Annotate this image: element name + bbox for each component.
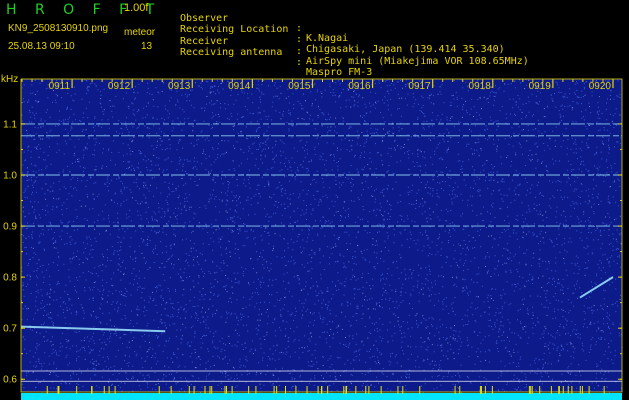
y-tick-label: 0.9 <box>3 222 17 233</box>
spectrogram-background <box>21 79 622 392</box>
x-tick-label: 0918 <box>469 81 492 92</box>
x-tick-label: 0916 <box>348 81 371 92</box>
y-tick-label: 0.7 <box>3 324 17 335</box>
y-tick-label: 0.8 <box>3 273 17 284</box>
x-tick-label: 0912 <box>108 81 131 92</box>
x-tick-label: 0913 <box>168 81 191 92</box>
spectrogram-chart: 1.1 1.0 0.9 0.8 0.7 0.6 0911 0912 0913 0914 0915 09… <box>3 78 623 400</box>
x-tick-label: 0919 <box>529 81 552 92</box>
x-tick-label: 0920 <box>589 81 612 92</box>
y-tick-label: 1.1 <box>3 119 17 130</box>
x-tick-label: 0915 <box>288 81 311 92</box>
y-tick-label: 0.6 <box>3 375 17 386</box>
x-tick-label: 0914 <box>228 81 251 92</box>
marker-bar <box>21 393 622 400</box>
x-tick-label: 0911 <box>49 81 71 92</box>
y-tick-label: 1.0 <box>3 170 17 181</box>
x-tick-label: 0917 <box>408 81 431 92</box>
